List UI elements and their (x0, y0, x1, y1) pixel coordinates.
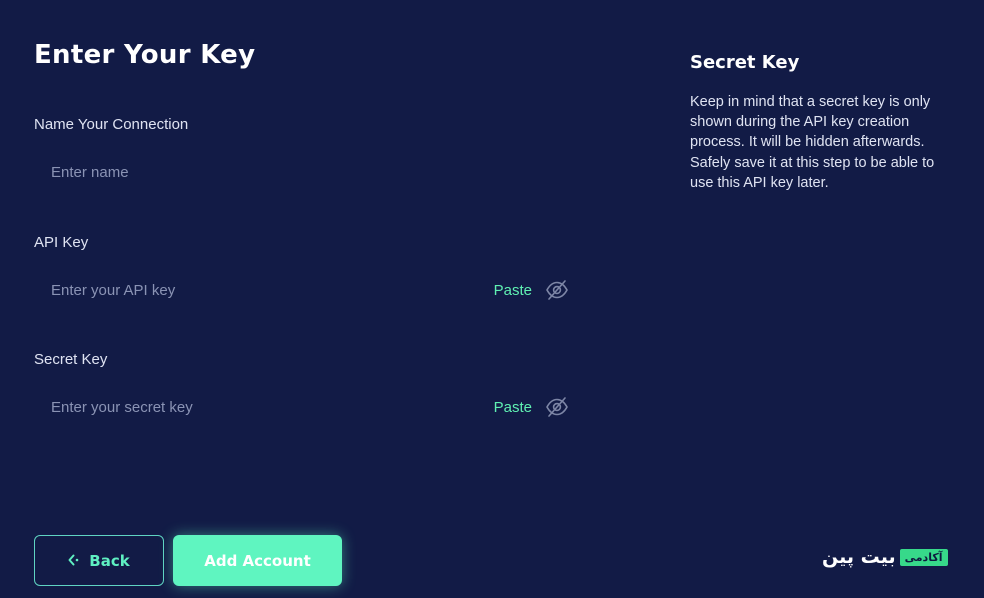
bitpin-academy-logo: بیت پین آکادمی (822, 543, 948, 571)
page-title: Enter Your Key (34, 40, 256, 70)
secret-key-info-title: Secret Key (690, 52, 800, 73)
connection-name-field-container (34, 150, 582, 194)
api-key-input[interactable] (34, 268, 494, 312)
secret-key-info-text: Keep in mind that a secret key is only s… (690, 94, 935, 191)
logo-text: بیت پین (822, 546, 896, 568)
chevron-left-icon (68, 552, 82, 570)
back-button-label: Back (89, 551, 130, 570)
connection-name-label: Name Your Connection (34, 116, 189, 133)
connection-name-input[interactable] (34, 150, 582, 194)
secret-key-label: Secret Key (34, 351, 108, 368)
secret-key-input[interactable] (34, 385, 494, 429)
secret-key-paste-button[interactable]: Paste (494, 399, 532, 416)
secret-key-field-container: Paste (34, 385, 582, 429)
back-button[interactable]: Back (34, 535, 164, 586)
logo-badge: آکادمی (899, 548, 948, 566)
api-key-label: API Key (34, 234, 89, 251)
eye-off-icon[interactable] (544, 277, 570, 303)
api-key-field-container: Paste (34, 268, 582, 312)
eye-off-icon[interactable] (544, 394, 570, 420)
add-account-button[interactable]: Add Account (173, 535, 342, 586)
api-key-paste-button[interactable]: Paste (494, 282, 532, 299)
